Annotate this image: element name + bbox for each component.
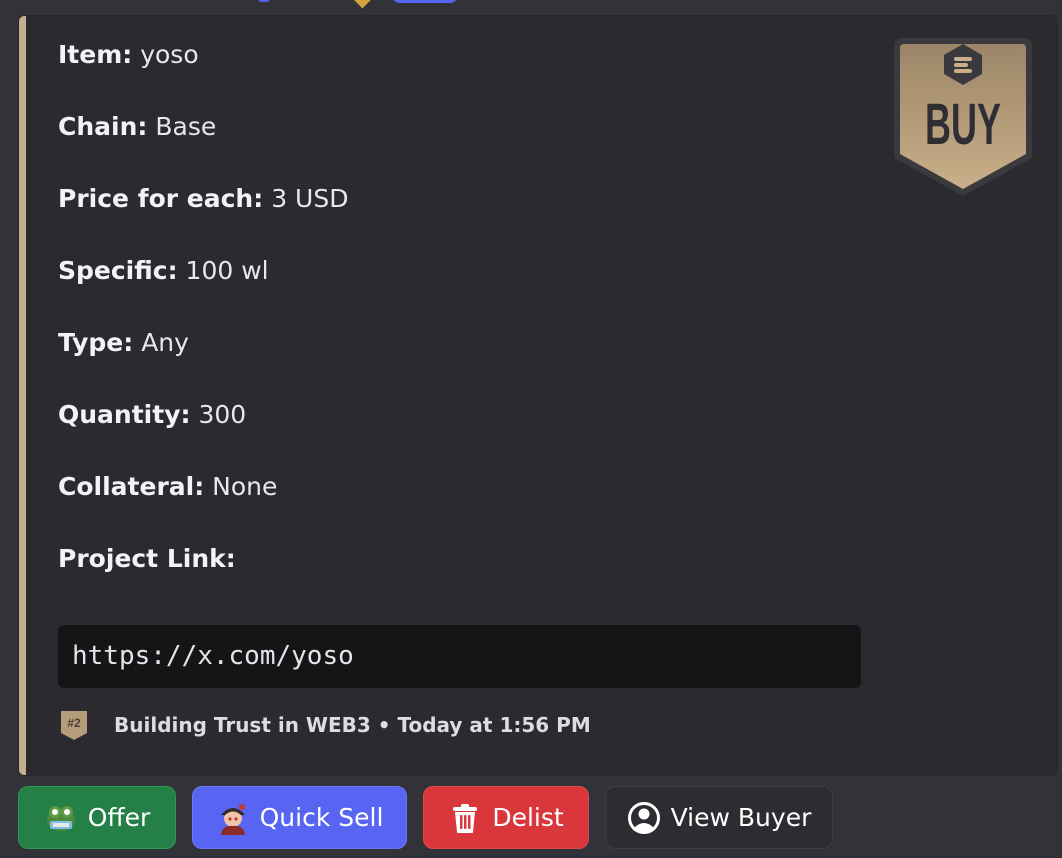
role-icon xyxy=(349,0,373,9)
buy-badge-icon: BUY xyxy=(894,38,1032,196)
view-buyer-button[interactable]: View Buyer xyxy=(605,786,833,849)
field-label: Collateral: xyxy=(58,472,205,501)
field-value: 3 USD xyxy=(271,184,349,213)
field-item: Item: yoso xyxy=(58,40,199,70)
field-value: None xyxy=(212,472,278,501)
user-circle-icon xyxy=(627,801,660,834)
discord-message: Item: yoso Chain: Base Price for each: 3… xyxy=(0,0,1062,858)
exchange-badge-icon: #2 xyxy=(61,711,87,740)
field-label: Chain: xyxy=(58,112,148,141)
embed-footer: #2 Building Trust in WEB3 • Today at 1:5… xyxy=(58,709,591,741)
field-chain: Chain: Base xyxy=(58,112,216,142)
field-value: Any xyxy=(141,328,189,357)
svg-text:BUY: BUY xyxy=(925,92,1001,157)
view-buyer-button-label: View Buyer xyxy=(670,803,812,832)
delist-button-label: Delist xyxy=(492,803,564,832)
delist-button[interactable]: Delist xyxy=(423,786,589,849)
field-label: Price for each: xyxy=(58,184,264,213)
field-value: 100 wl xyxy=(185,256,269,285)
field-label: Item: xyxy=(58,40,133,69)
field-collateral: Collateral: None xyxy=(58,472,277,502)
message-header-cutoff xyxy=(0,0,1062,14)
field-type: Type: Any xyxy=(58,328,189,358)
frog-emoji-icon xyxy=(46,805,75,831)
offer-button-label: Offer xyxy=(87,803,151,832)
field-value: Base xyxy=(155,112,217,141)
quick-sell-button[interactable]: Quick Sell xyxy=(192,786,407,849)
field-label: Type: xyxy=(58,328,134,357)
embed-body: Item: yoso Chain: Base Price for each: 3… xyxy=(26,16,1057,775)
field-label: Project Link: xyxy=(58,544,236,573)
project-link-codeblock[interactable]: https://x.com/yoso xyxy=(58,625,861,688)
offer-button[interactable]: Offer xyxy=(18,786,176,849)
embed-accent-bar xyxy=(19,16,26,775)
field-project-link: Project Link: xyxy=(58,544,236,574)
field-quantity: Quantity: 300 xyxy=(58,400,246,430)
trash-icon xyxy=(453,803,478,833)
svg-text:#2: #2 xyxy=(67,716,81,730)
username-fragment xyxy=(258,0,270,2)
field-price: Price for each: 3 USD xyxy=(58,184,348,214)
field-label: Quantity: xyxy=(58,400,191,429)
action-button-row: Offer Quick Sell Delist View Buyer xyxy=(18,786,833,849)
field-value: 300 xyxy=(198,400,247,429)
character-emoji-icon xyxy=(220,803,245,835)
field-value: yoso xyxy=(140,40,199,69)
listing-embed: Item: yoso Chain: Base Price for each: 3… xyxy=(18,15,1058,776)
field-specific: Specific: 100 wl xyxy=(58,256,269,286)
app-tag-badge xyxy=(392,0,458,3)
quick-sell-button-label: Quick Sell xyxy=(259,803,384,832)
footer-text: Building Trust in WEB3 • Today at 1:56 P… xyxy=(114,713,591,737)
field-label: Specific: xyxy=(58,256,178,285)
